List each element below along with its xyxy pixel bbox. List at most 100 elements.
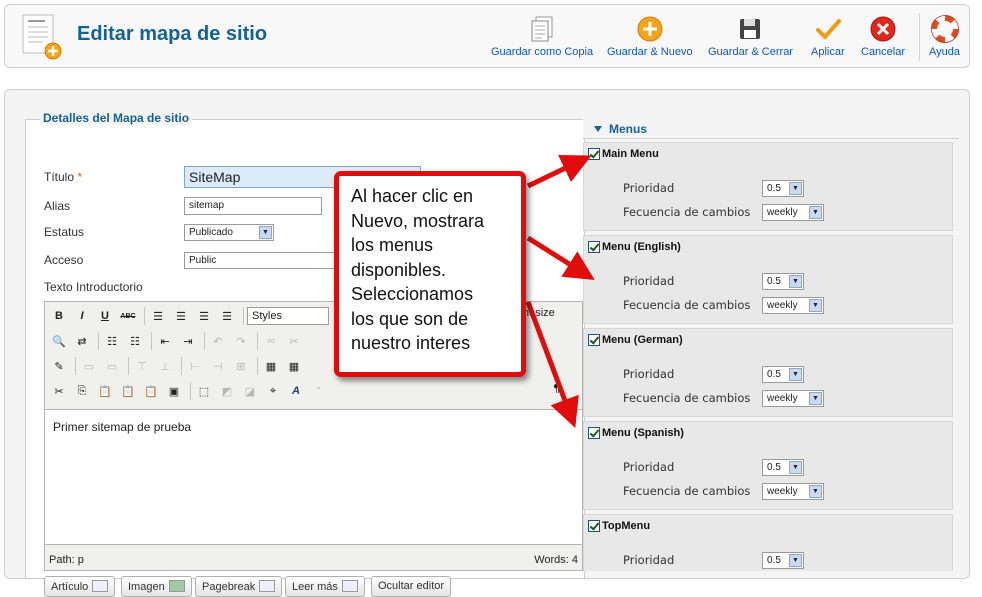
strikethrough-button[interactable]: ABC bbox=[118, 306, 138, 326]
save-and-new-button[interactable]: Guardar & Nuevo bbox=[607, 15, 693, 58]
chevron-down-icon: ▼ bbox=[809, 485, 822, 498]
find-icon[interactable]: 🔍 bbox=[49, 331, 69, 351]
numbered-list-icon[interactable]: ☷ bbox=[125, 331, 145, 351]
align-justify-icon[interactable]: ☰ bbox=[217, 306, 237, 326]
image-icon bbox=[168, 580, 185, 592]
save-as-copy-button[interactable]: Guardar como Copia bbox=[491, 15, 593, 58]
replace-icon[interactable]: ⇄ bbox=[72, 331, 92, 351]
cancel-x-icon bbox=[870, 16, 896, 42]
priority-select[interactable]: 0.5 ▼ bbox=[762, 459, 804, 476]
menu-checkbox[interactable] bbox=[588, 520, 600, 532]
menu-checkbox[interactable] bbox=[588, 148, 600, 160]
insert-row-icon[interactable]: ⊤ bbox=[132, 356, 152, 376]
paste-icon[interactable]: 📋 bbox=[95, 381, 115, 401]
undo-icon[interactable]: ↶ bbox=[208, 331, 228, 351]
priority-select[interactable]: 0.5 ▼ bbox=[762, 552, 804, 569]
callout-annotation: Al hacer clic en Nuevo, mostrara los men… bbox=[334, 171, 526, 377]
link-icon[interactable]: ∞ bbox=[261, 331, 281, 351]
style-props-icon[interactable]: A bbox=[286, 381, 306, 401]
outdent-icon[interactable]: ⇤ bbox=[155, 331, 175, 351]
split-cell-icon[interactable]: ⊞ bbox=[231, 356, 251, 376]
editor-content[interactable]: Primer sitemap de prueba bbox=[45, 409, 582, 545]
toggle-editor-button[interactable]: Ocultar editor bbox=[371, 576, 452, 597]
read-more-icon bbox=[341, 580, 358, 592]
menu-box-main-menu: Main Menu Prioridad 0.5 ▼ Fecuencia de ca… bbox=[583, 142, 953, 231]
indent-icon[interactable]: ⇥ bbox=[178, 331, 198, 351]
priority-label: Prioridad bbox=[623, 274, 675, 288]
move-forward-icon[interactable]: ◩ bbox=[217, 381, 237, 401]
delete-row-icon[interactable]: ⊥ bbox=[155, 356, 175, 376]
delete-col-icon[interactable]: ⊣ bbox=[208, 356, 228, 376]
chevron-down-icon: ▼ bbox=[789, 182, 802, 195]
paste-text-icon[interactable]: 📋 bbox=[118, 381, 138, 401]
select-all-icon[interactable]: ▣ bbox=[164, 381, 184, 401]
redo-icon[interactable]: ↷ bbox=[231, 331, 251, 351]
menus-panel-header[interactable]: Menus bbox=[583, 119, 959, 139]
details-legend: Detalles del Mapa de sitio bbox=[40, 111, 193, 125]
frequency-select[interactable]: weekly ▼ bbox=[762, 483, 824, 500]
insert-col-icon[interactable]: ⊢ bbox=[185, 356, 205, 376]
bold-button[interactable]: B bbox=[49, 306, 69, 326]
move-backward-icon[interactable]: ◪ bbox=[240, 381, 260, 401]
editor-toolbar-row-3: ✎ ▭ ▭ ⊤ ⊥ ⊢ ⊣ ⊞ ▦ ▦ bbox=[49, 355, 307, 377]
menu-box-english: Menu (English) Prioridad 0.5 ▼ Fecuencia … bbox=[583, 235, 953, 324]
align-left-icon[interactable]: ☰ bbox=[148, 306, 168, 326]
menu-name: Menu (English) bbox=[602, 241, 681, 253]
priority-label: Prioridad bbox=[623, 553, 675, 567]
menu-box-german: Menu (German) Prioridad 0.5 ▼ Fecuencia d… bbox=[583, 328, 953, 417]
chevron-down-icon: ▼ bbox=[809, 299, 822, 312]
editor-toolbar-row-1: B I U ABC ☰ ☰ ☰ ☰ Styles bbox=[49, 305, 335, 327]
read-more-button[interactable]: Leer más bbox=[285, 576, 365, 597]
menu-name: TopMenu bbox=[602, 520, 651, 532]
frequency-select[interactable]: weekly ▼ bbox=[762, 297, 824, 314]
italic-button[interactable]: I bbox=[72, 306, 92, 326]
priority-select[interactable]: 0.5 ▼ bbox=[762, 366, 804, 383]
cancel-button[interactable]: Cancelar bbox=[861, 15, 905, 58]
copy-document-icon bbox=[531, 16, 553, 42]
pilcrow-icon[interactable]: ¶ bbox=[553, 382, 560, 395]
chevron-down-icon: ▼ bbox=[789, 368, 802, 381]
underline-button[interactable]: U bbox=[95, 306, 115, 326]
article-button[interactable]: Artículo bbox=[44, 576, 116, 597]
required-mark: * bbox=[77, 170, 83, 184]
font-size-select[interactable]: nt size bbox=[523, 307, 555, 319]
bullet-list-icon[interactable]: ☷ bbox=[102, 331, 122, 351]
cut-icon[interactable]: ✂ bbox=[49, 381, 69, 401]
save-and-close-button[interactable]: Guardar & Cerrar bbox=[708, 15, 793, 58]
chevron-down-icon: ▼ bbox=[789, 275, 802, 288]
status-select[interactable]: Publicado ▼ bbox=[184, 224, 274, 241]
menu-checkbox[interactable] bbox=[588, 427, 600, 439]
toolbar: Editar mapa de sitio Guardar como Copia … bbox=[4, 4, 970, 68]
table-props-icon[interactable]: ▦ bbox=[284, 356, 304, 376]
help-button[interactable]: Ayuda bbox=[929, 15, 960, 58]
pagebreak-button[interactable]: Pagebreak bbox=[195, 576, 283, 597]
align-center-icon[interactable]: ☰ bbox=[171, 306, 191, 326]
priority-select[interactable]: 0.5 ▼ bbox=[762, 180, 804, 197]
chevron-down-icon: ▼ bbox=[789, 461, 802, 474]
priority-label: Prioridad bbox=[623, 367, 675, 381]
access-select[interactable]: Public bbox=[184, 252, 344, 269]
menu-checkbox[interactable] bbox=[588, 241, 600, 253]
unlink-icon[interactable]: ✂ bbox=[284, 331, 304, 351]
paste-word-icon[interactable]: 📋 bbox=[141, 381, 161, 401]
styles-select[interactable]: Styles bbox=[247, 307, 329, 325]
priority-select[interactable]: 0.5 ▼ bbox=[762, 273, 804, 290]
layer-icon[interactable]: ⬚ bbox=[194, 381, 214, 401]
image-button[interactable]: Imagen bbox=[121, 576, 192, 597]
frequency-select[interactable]: weekly ▼ bbox=[762, 204, 824, 221]
alias-input[interactable]: sitemap bbox=[184, 197, 322, 215]
menu-checkbox[interactable] bbox=[588, 334, 600, 346]
table-icon[interactable]: ▦ bbox=[261, 356, 281, 376]
menu-box-topmenu: TopMenu Prioridad 0.5 ▼ bbox=[583, 514, 953, 571]
quote-icon[interactable]: “ bbox=[309, 381, 329, 401]
align-right-icon[interactable]: ☰ bbox=[194, 306, 214, 326]
apply-button[interactable]: Aplicar bbox=[811, 15, 845, 58]
toolbar-separator bbox=[919, 13, 920, 61]
copy-icon[interactable]: ⎘ bbox=[72, 381, 92, 401]
table-col-icon[interactable]: ▭ bbox=[102, 356, 122, 376]
absolute-position-icon[interactable]: ⌖ bbox=[263, 381, 283, 401]
frequency-select[interactable]: weekly ▼ bbox=[762, 390, 824, 407]
table-row-icon[interactable]: ▭ bbox=[79, 356, 99, 376]
editor-path: Path: p bbox=[49, 554, 84, 566]
edit-icon[interactable]: ✎ bbox=[49, 356, 69, 376]
